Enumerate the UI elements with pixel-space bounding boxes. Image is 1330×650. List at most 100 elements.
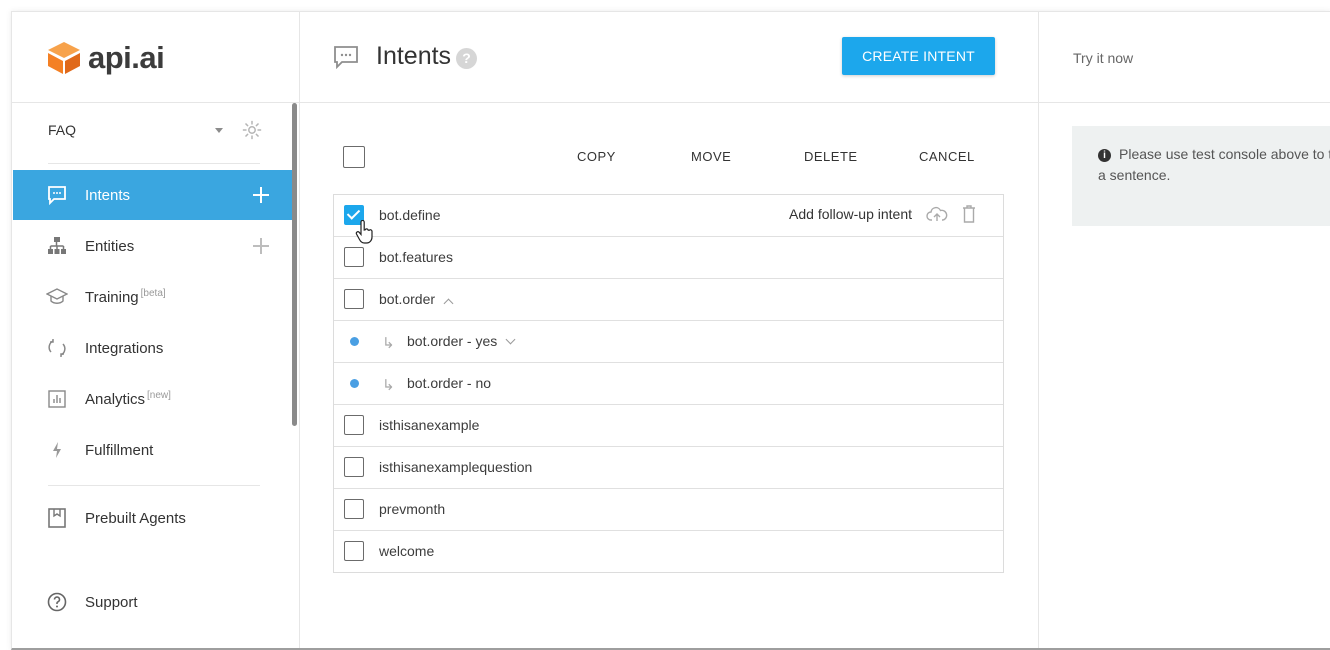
- intent-name-wrap[interactable]: bot.order: [379, 291, 454, 309]
- intent-name[interactable]: bot.order - no: [407, 375, 491, 391]
- sidebar-item-fulfillment[interactable]: Fulfillment: [13, 425, 293, 475]
- info-icon: i: [1098, 149, 1111, 162]
- divider: [300, 102, 1038, 103]
- logo-icon: [48, 42, 80, 74]
- add-intent-icon[interactable]: [253, 187, 269, 203]
- bolt-icon: [46, 439, 68, 461]
- followup-dot-icon: [350, 379, 359, 388]
- info-box: i Please use test console above to try a …: [1072, 126, 1330, 226]
- intent-name[interactable]: bot.define: [379, 207, 441, 223]
- intent-name[interactable]: isthisanexamplequestion: [379, 459, 532, 475]
- sync-icon: [46, 337, 68, 359]
- question-icon: [46, 591, 68, 613]
- list-item[interactable]: bot.order: [334, 279, 1003, 321]
- list-item[interactable]: prevmonth: [334, 489, 1003, 531]
- intent-name-wrap[interactable]: bot.order - yes: [407, 333, 516, 349]
- caret-down-icon[interactable]: [215, 127, 223, 133]
- sidebar-item-label: Analytics: [85, 391, 146, 408]
- sidebar-item-analytics[interactable]: Analytics [new]: [13, 374, 293, 424]
- sidebar: api.ai FAQ Intents Entities Training [be…: [12, 12, 300, 648]
- list-item[interactable]: ↳ bot.order - yes: [334, 321, 1003, 363]
- logo-text: api.ai: [88, 40, 165, 75]
- chevron-up-icon[interactable]: [443, 298, 454, 309]
- intent-name: bot.order - yes: [407, 333, 498, 349]
- intent-list: bot.define Add follow-up intent bot.feat…: [333, 194, 1004, 573]
- sidebar-item-label-wrap: Analytics [new]: [85, 390, 293, 408]
- cancel-button[interactable]: CANCEL: [919, 149, 975, 164]
- main-content: Intents ? CREATE INTENT COPY MOVE DELETE…: [300, 12, 1039, 648]
- move-button[interactable]: MOVE: [691, 149, 731, 164]
- list-item[interactable]: ↳ bot.order - no: [334, 363, 1003, 405]
- sidebar-item-label-wrap: Training [beta]: [85, 288, 293, 306]
- list-item[interactable]: isthisanexamplequestion: [334, 447, 1003, 489]
- book-icon: [46, 507, 68, 529]
- info-message: i Please use test console above to try a …: [1098, 144, 1330, 186]
- intent-name[interactable]: isthisanexample: [379, 417, 479, 433]
- sidebar-item-prebuilt-agents[interactable]: Prebuilt Agents: [13, 493, 293, 543]
- beta-badge: [beta]: [140, 288, 166, 299]
- chat-icon: [334, 45, 358, 69]
- intent-checkbox[interactable]: [344, 457, 364, 477]
- sitemap-icon: [46, 235, 68, 257]
- sidebar-item-intents[interactable]: Intents: [13, 170, 293, 220]
- divider: [1039, 102, 1330, 103]
- intent-checkbox[interactable]: [344, 541, 364, 561]
- delete-button[interactable]: DELETE: [804, 149, 858, 164]
- intent-name[interactable]: prevmonth: [379, 501, 445, 517]
- add-followup-link[interactable]: Add follow-up intent: [789, 206, 912, 222]
- create-intent-button[interactable]: CREATE INTENT: [842, 37, 995, 75]
- info-message-text: Please use test console above to try a s…: [1098, 146, 1330, 183]
- sidebar-item-label: Prebuilt Agents: [85, 509, 186, 527]
- followup-dot-icon: [350, 337, 359, 346]
- sidebar-item-support[interactable]: Support: [13, 577, 293, 627]
- try-it-input[interactable]: Try it now: [1073, 50, 1133, 66]
- chat-icon: [46, 184, 68, 206]
- agent-name: FAQ: [48, 122, 77, 138]
- list-item[interactable]: bot.features: [334, 237, 1003, 279]
- divider: [48, 485, 260, 486]
- subdirectory-arrow-icon: ↳: [382, 335, 395, 352]
- sidebar-item-label: Entities: [85, 237, 135, 255]
- intent-checkbox[interactable]: [344, 415, 364, 435]
- sidebar-item-label: Intents: [85, 186, 131, 204]
- sidebar-item-label: Training: [85, 289, 139, 306]
- select-all-checkbox[interactable]: [343, 146, 365, 168]
- page-header: Intents ?: [333, 42, 478, 71]
- help-icon[interactable]: ?: [456, 47, 478, 69]
- intent-name[interactable]: bot.features: [379, 249, 453, 265]
- intent-checkbox[interactable]: [344, 247, 364, 267]
- sidebar-item-label: Integrations: [85, 339, 164, 357]
- list-item[interactable]: bot.define Add follow-up intent: [334, 195, 1003, 237]
- sidebar-item-label: Fulfillment: [85, 441, 154, 459]
- agent-selector[interactable]: FAQ: [48, 119, 263, 141]
- new-badge: [new]: [147, 390, 171, 401]
- copy-button[interactable]: COPY: [577, 149, 616, 164]
- divider: [48, 163, 260, 164]
- sidebar-item-label: Support: [85, 593, 138, 611]
- hand-cursor-icon: [355, 220, 373, 244]
- page-title: Intents: [376, 42, 452, 70]
- bulk-actions-toolbar: COPY MOVE DELETE CANCEL: [343, 145, 975, 169]
- gear-icon[interactable]: [241, 119, 263, 141]
- intent-name: bot.order: [379, 291, 436, 307]
- subdirectory-arrow-icon: ↳: [382, 377, 395, 394]
- sidebar-item-integrations[interactable]: Integrations: [13, 323, 293, 373]
- list-item[interactable]: welcome: [334, 531, 1003, 572]
- intent-checkbox[interactable]: [344, 289, 364, 309]
- divider: [12, 102, 299, 103]
- app-window: api.ai FAQ Intents Entities Training [be…: [11, 11, 1330, 650]
- trash-icon[interactable]: [962, 205, 976, 223]
- list-item[interactable]: isthisanexample: [334, 405, 1003, 447]
- test-console-panel: Try it now i Please use test console abov…: [1039, 12, 1330, 648]
- chevron-down-icon[interactable]: [505, 334, 516, 345]
- cloud-upload-icon[interactable]: [926, 206, 948, 222]
- analytics-icon: [46, 388, 68, 410]
- row-actions: Add follow-up intent: [789, 205, 976, 223]
- sidebar-item-training[interactable]: Training [beta]: [13, 272, 293, 322]
- sidebar-item-entities[interactable]: Entities: [13, 221, 293, 271]
- intent-checkbox[interactable]: [344, 499, 364, 519]
- add-entity-icon[interactable]: [253, 238, 269, 254]
- logo[interactable]: api.ai: [46, 38, 165, 78]
- sidebar-scrollbar[interactable]: [292, 103, 297, 426]
- intent-name[interactable]: welcome: [379, 543, 434, 559]
